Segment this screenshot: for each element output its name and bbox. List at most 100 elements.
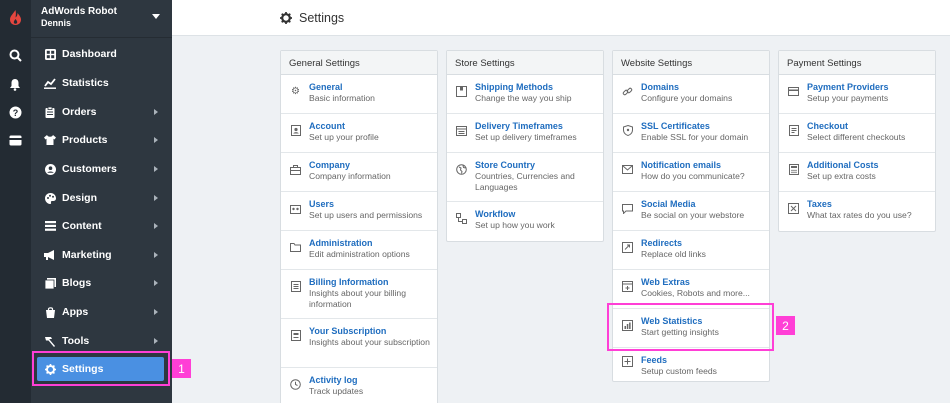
settings-item-redirects[interactable]: Redirects Replace old links <box>613 231 769 270</box>
chevron-right-icon <box>154 166 158 172</box>
settings-item-social-media[interactable]: Social Media Be social on your webstore <box>613 192 769 231</box>
orders-icon <box>44 106 56 118</box>
sidebar-item-label: Blogs <box>62 277 92 289</box>
settings-item-title[interactable]: Users <box>309 198 431 210</box>
settings-item-description: Track updates <box>309 386 364 396</box>
settings-item-title[interactable]: General <box>309 81 431 93</box>
sidebar-item-content[interactable]: Content <box>31 214 172 238</box>
settings-item-description: Replace old links <box>641 249 706 259</box>
settings-item-title[interactable]: SSL Certificates <box>641 120 763 132</box>
sidebar-item-products[interactable]: Products <box>31 128 172 152</box>
settings-item-description: Basic information <box>309 93 375 103</box>
sidebar-item-label: Statistics <box>62 77 109 89</box>
settings-item-title[interactable]: Workflow <box>475 208 597 220</box>
settings-item-title[interactable]: Company <box>309 159 431 171</box>
chevron-right-icon <box>154 252 158 258</box>
settings-item-description: Set up users and permissions <box>309 210 423 220</box>
statistics-icon <box>44 77 56 89</box>
tax-icon <box>788 203 799 214</box>
settings-item-store-country[interactable]: Store Country Countries, Currencies and … <box>447 153 603 202</box>
settings-item-ssl-certificates[interactable]: SSL Certificates Enable SSL for your dom… <box>613 114 769 153</box>
settings-item-title[interactable]: Your Subscription <box>309 325 431 337</box>
blogs-icon <box>44 277 56 289</box>
settings-item-title[interactable]: Feeds <box>641 354 763 366</box>
search-icon[interactable] <box>8 48 22 62</box>
account-name: AdWords Robot <box>41 6 117 17</box>
settings-item-delivery-timeframes[interactable]: Delivery Timeframes Set up delivery time… <box>447 114 603 153</box>
sidebar-item-customers[interactable]: Customers <box>31 157 172 181</box>
settings-item-title[interactable]: Checkout <box>807 120 929 132</box>
tools-icon <box>44 335 56 347</box>
settings-item-domains[interactable]: Domains Configure your domains <box>613 75 769 114</box>
settings-item-taxes[interactable]: Taxes What tax rates do you use? <box>779 192 935 231</box>
settings-item-notification-emails[interactable]: Notification emails How do you communica… <box>613 153 769 192</box>
panel-title: Store Settings <box>447 51 603 75</box>
settings-item-description: Countries, Currencies and Languages <box>475 171 575 192</box>
sidebar: AdWords Robot Dennis Dashboard Statistic… <box>31 0 172 403</box>
settings-item-title[interactable]: Social Media <box>641 198 763 210</box>
settings-item-description: Change the way you ship <box>475 93 572 103</box>
chevron-right-icon <box>154 309 158 315</box>
settings-item-users[interactable]: Users Set up users and permissions <box>281 192 437 231</box>
settings-item-title[interactable]: Additional Costs <box>807 159 929 171</box>
chevron-right-icon <box>154 280 158 286</box>
settings-item-subscription[interactable]: Your Subscription Insights about your su… <box>281 319 437 368</box>
logo-icon[interactable] <box>8 9 23 26</box>
settings-item-title[interactable]: Domains <box>641 81 763 93</box>
folder-icon <box>290 242 301 253</box>
settings-item-title[interactable]: Payment Providers <box>807 81 929 93</box>
sidebar-item-label: Products <box>62 134 108 146</box>
sidebar-item-statistics[interactable]: Statistics <box>31 71 172 95</box>
chevron-down-icon[interactable] <box>152 14 160 19</box>
sidebar-item-tools[interactable]: Tools <box>31 329 172 353</box>
sidebar-item-blogs[interactable]: Blogs <box>31 271 172 295</box>
settings-item-general[interactable]: ⚙ General Basic information <box>281 75 437 114</box>
sidebar-item-label: Design <box>62 192 98 204</box>
globe-icon <box>456 164 467 175</box>
sidebar-item-label: Customers <box>62 163 117 175</box>
page-title: Settings <box>299 10 345 25</box>
sidebar-item-marketing[interactable]: Marketing <box>31 243 172 267</box>
billing-icon[interactable] <box>8 133 22 147</box>
settings-item-title[interactable]: Redirects <box>641 237 763 249</box>
payment-settings-panel: Payment Settings Payment Providers Setup… <box>778 50 936 232</box>
settings-item-description: Be social on your webstore <box>641 210 745 220</box>
settings-item-checkout[interactable]: Checkout Select different checkouts <box>779 114 935 153</box>
settings-item-description: Set up delivery timeframes <box>475 132 577 142</box>
settings-item-title[interactable]: Web Extras <box>641 276 763 288</box>
sidebar-item-design[interactable]: Design <box>31 186 172 210</box>
settings-item-title[interactable]: Notification emails <box>641 159 763 171</box>
panel-title: General Settings <box>281 51 437 75</box>
settings-item-title[interactable]: Billing Information <box>309 276 431 288</box>
page-header: Settings <box>172 0 950 36</box>
settings-item-title[interactable]: Store Country <box>475 159 597 171</box>
settings-item-activity-log[interactable]: Activity log Track updates <box>281 368 437 403</box>
settings-item-description: Select different checkouts <box>807 132 906 142</box>
settings-item-feeds[interactable]: Feeds Setup custom feeds <box>613 348 769 381</box>
settings-item-shipping-methods[interactable]: Shipping Methods Change the way you ship <box>447 75 603 114</box>
annotation-badge: 2 <box>776 316 795 335</box>
sidebar-item-dashboard[interactable]: Dashboard <box>31 42 172 66</box>
settings-item-title[interactable]: Shipping Methods <box>475 81 597 93</box>
settings-item-company[interactable]: Company Company information <box>281 153 437 192</box>
products-icon <box>44 134 56 146</box>
settings-item-billing-information[interactable]: Billing Information Insights about your … <box>281 270 437 319</box>
settings-item-title[interactable]: Delivery Timeframes <box>475 120 597 132</box>
settings-item-title[interactable]: Account <box>309 120 431 132</box>
settings-item-workflow[interactable]: Workflow Set up how you work <box>447 202 603 241</box>
settings-item-administration[interactable]: Administration Edit administration optio… <box>281 231 437 270</box>
settings-item-account[interactable]: Account Set up your profile <box>281 114 437 153</box>
sidebar-item-apps[interactable]: Apps <box>31 300 172 324</box>
dashboard-icon <box>44 48 56 60</box>
bell-icon[interactable] <box>8 77 22 91</box>
settings-item-title[interactable]: Administration <box>309 237 431 249</box>
settings-item-title[interactable]: Taxes <box>807 198 929 210</box>
shipping-icon <box>456 86 467 97</box>
sidebar-item-orders[interactable]: Orders <box>31 100 172 124</box>
help-icon[interactable]: ? <box>8 105 22 119</box>
settings-item-title[interactable]: Activity log <box>309 374 431 386</box>
settings-item-additional-costs[interactable]: Additional Costs Set up extra costs <box>779 153 935 192</box>
account-switcher[interactable]: AdWords Robot Dennis <box>31 0 172 38</box>
settings-item-description: Setup your payments <box>807 93 889 103</box>
settings-item-payment-providers[interactable]: Payment Providers Setup your payments <box>779 75 935 114</box>
